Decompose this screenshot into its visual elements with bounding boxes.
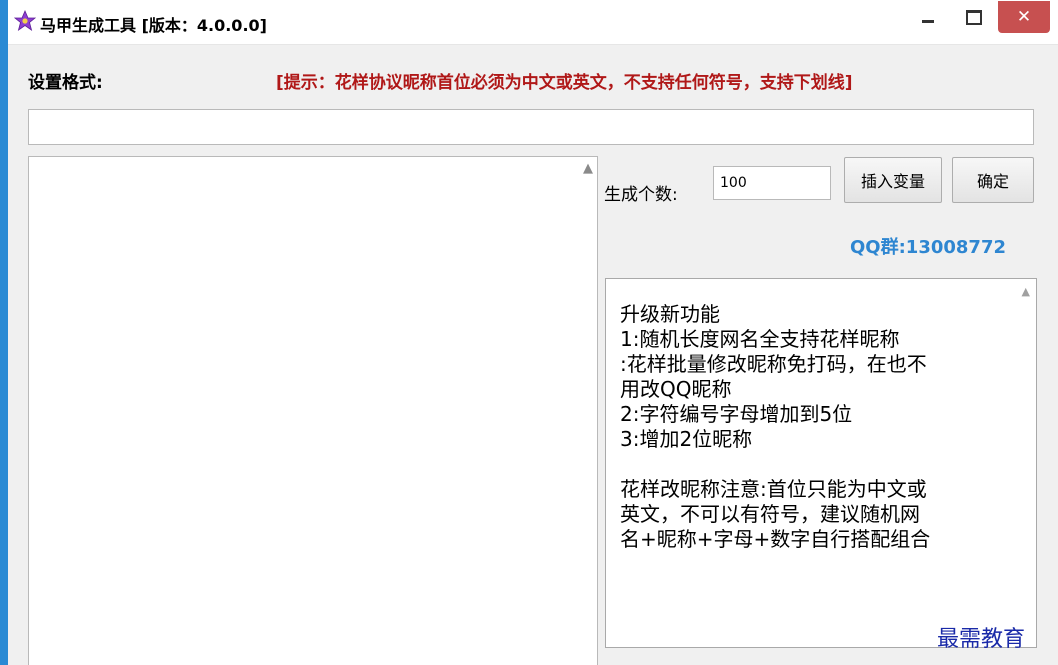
output-textarea[interactable]: ▲ xyxy=(28,156,598,665)
info-line: 1:随机长度网名全支持花样昵称 xyxy=(620,327,900,351)
format-hint: [提示：花样协议昵称首位必须为中文或英文，不支持任何符号，支持下划线] xyxy=(276,73,853,93)
app-window: 马甲生成工具 [版本：4.0.0.0] ✕ 设置格式: [提示：花样协议昵称首位… xyxy=(8,0,1058,665)
purple-star-icon xyxy=(14,10,36,31)
info-line: 用改QQ昵称 xyxy=(620,377,732,401)
minimize-button[interactable] xyxy=(905,1,951,33)
minimize-icon xyxy=(922,20,934,23)
count-input[interactable] xyxy=(713,166,831,200)
window-title: 马甲生成工具 [版本：4.0.0.0] xyxy=(40,16,267,35)
update-notes-textbox[interactable]: ▲ 升级新功能 1:随机长度网名全支持花样昵称 :花样批量修改昵称免打码，在也不… xyxy=(605,278,1037,648)
info-line: 花样改昵称注意:首位只能为中文或 xyxy=(620,477,927,501)
info-line: 升级新功能 xyxy=(620,302,720,326)
info-line: 英文，不可以有符号，建议随机网 xyxy=(620,502,920,526)
watermark-text: 最需教育 xyxy=(937,627,1026,652)
scroll-up-arrow-icon[interactable]: ▲ xyxy=(1022,285,1030,298)
insert-variable-button[interactable]: 插入变量 xyxy=(844,157,942,203)
confirm-button[interactable]: 确定 xyxy=(952,157,1034,203)
format-input[interactable] xyxy=(28,109,1034,145)
title-bar[interactable]: 马甲生成工具 [版本：4.0.0.0] ✕ xyxy=(8,0,1058,45)
info-line: 3:增加2位昵称 xyxy=(620,427,753,451)
maximize-button[interactable] xyxy=(951,1,997,33)
info-line xyxy=(620,452,1016,477)
info-line: 2:字符编号字母增加到5位 xyxy=(620,402,853,426)
qq-group-link[interactable]: QQ群:13008772 xyxy=(850,233,1006,259)
count-label: 生成个数: xyxy=(604,185,678,205)
close-icon: ✕ xyxy=(1016,6,1032,27)
format-label: 设置格式: xyxy=(28,73,103,93)
maximize-icon xyxy=(966,9,982,25)
close-button[interactable]: ✕ xyxy=(998,1,1050,33)
info-line: :花样批量修改昵称免打码，在也不 xyxy=(620,352,927,376)
scroll-up-arrow-icon[interactable]: ▲ xyxy=(583,161,593,176)
info-line: 名+昵称+字母+数字自行搭配组合 xyxy=(620,527,931,551)
